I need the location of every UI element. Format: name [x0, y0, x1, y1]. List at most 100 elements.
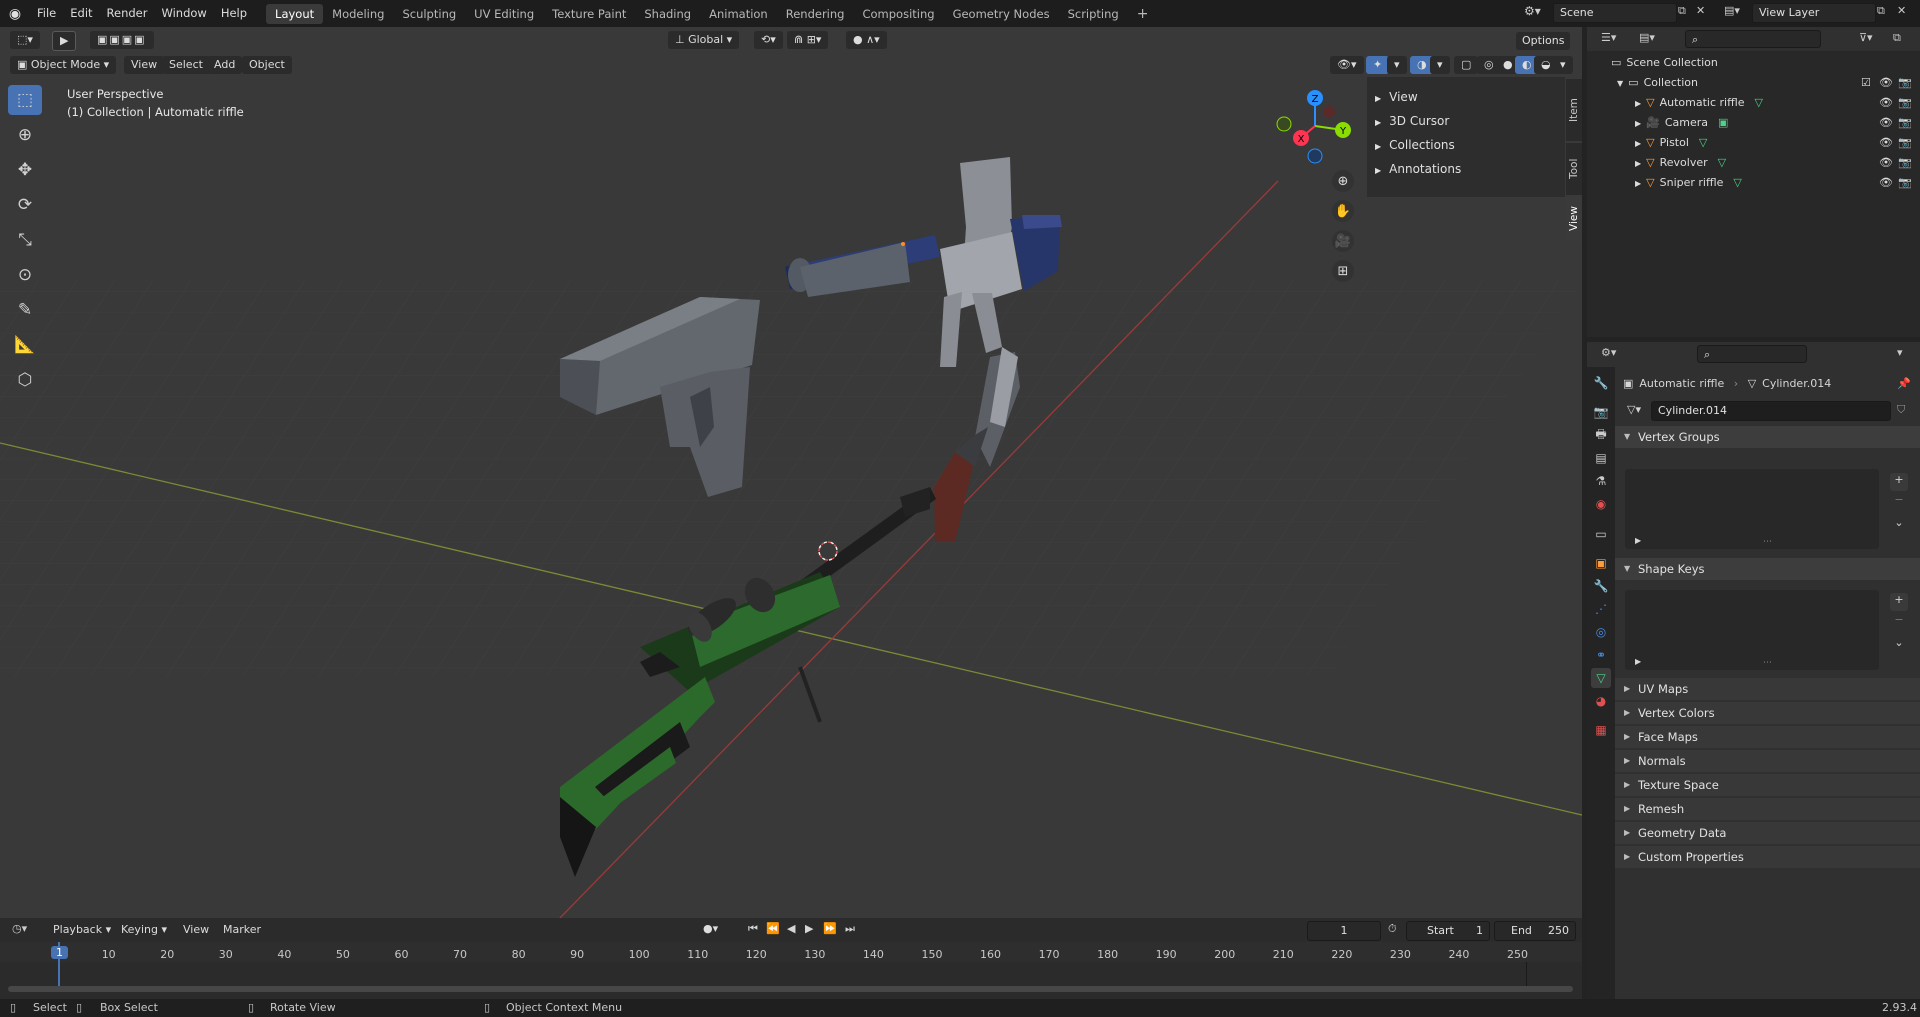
menu-render[interactable]: Render — [100, 0, 155, 27]
outliner-scene-collection[interactable]: ▭ Scene Collection — [1587, 53, 1920, 73]
world-props-icon[interactable]: ◉ — [1591, 494, 1611, 514]
timeline-menu-view[interactable]: View — [176, 921, 216, 939]
gizmo-toggle-icon[interactable]: ✦ — [1366, 56, 1390, 74]
snap-icon[interactable]: ⋒ ⊞▾ — [787, 31, 829, 49]
jump-start-icon[interactable]: ⏮ — [748, 922, 758, 936]
viewport-menu-add[interactable]: Add — [207, 56, 243, 74]
panel-normals[interactable]: ▶ Normals — [1615, 750, 1920, 772]
timeline-menu-marker[interactable]: Marker — [216, 921, 268, 939]
transform-orientation-dropdown[interactable]: ⊥ Global ▾ — [668, 31, 740, 49]
mode-dropdown[interactable]: ▣ Object Mode ▾ — [10, 56, 117, 74]
blender-logo-icon[interactable]: ◉ — [0, 6, 30, 22]
tab-shading[interactable]: Shading — [635, 4, 700, 24]
remove-shape-key-button[interactable]: − — [1890, 613, 1908, 631]
display-mode-icon[interactable]: ▤▾ — [1639, 31, 1655, 44]
rotate-tool-icon[interactable]: ⟳ — [8, 190, 42, 220]
shape-key-specials-icon[interactable]: ⌄ — [1890, 636, 1908, 654]
delete-view-layer-icon[interactable]: ✕ — [1897, 4, 1906, 17]
selection-set-icons[interactable]: ▣▣▣▣ — [90, 31, 154, 49]
particles-props-icon[interactable]: ⋰ — [1591, 599, 1611, 619]
n-panel-collections[interactable]: ▶ Collections — [1375, 138, 1455, 152]
tab-modeling[interactable]: Modeling — [323, 4, 393, 24]
vertex-groups-list[interactable]: ▶ ⋯ — [1625, 469, 1879, 549]
panel-vertex-groups[interactable]: ▼ Vertex Groups — [1615, 426, 1920, 448]
gizmo-dropdown-icon[interactable]: ▾ — [1387, 56, 1407, 74]
menu-edit[interactable]: Edit — [63, 0, 99, 27]
view-layer-field[interactable]: View Layer — [1752, 3, 1876, 23]
menu-window[interactable]: Window — [154, 0, 213, 27]
mesh-datablock-selector[interactable]: ▽▾ Cylinder.014 ⛉ — [1623, 401, 1913, 421]
outliner-item-sniper-riffle[interactable]: ▶ ▽ Sniper riffle ▽ 👁 📷 — [1587, 173, 1920, 193]
new-scene-icon[interactable]: ⧉ — [1678, 4, 1686, 18]
pin-icon[interactable]: 📌 — [1897, 376, 1911, 392]
n-panel-3d-cursor[interactable]: ▶ 3D Cursor — [1375, 114, 1449, 128]
properties-editor-type-icon[interactable]: ⚙▾ — [1601, 346, 1616, 359]
new-collection-icon[interactable]: ⧉ — [1893, 31, 1901, 45]
add-shape-key-button[interactable]: + — [1890, 593, 1908, 611]
scale-tool-icon[interactable]: ⤡ — [8, 225, 42, 255]
options-button[interactable]: Options — [1516, 32, 1571, 50]
menu-file[interactable]: File — [30, 0, 63, 27]
collection-props-icon[interactable]: ▭ — [1591, 524, 1611, 544]
material-props-icon[interactable]: ◕ — [1591, 691, 1611, 711]
shape-keys-list[interactable]: ▶ ⋯ — [1625, 590, 1879, 670]
list-resize-handle-icon[interactable]: ⋯ — [1763, 658, 1772, 668]
tab-geometry-nodes[interactable]: Geometry Nodes — [944, 4, 1059, 24]
render-camera-icon[interactable]: 📷 — [1898, 173, 1912, 193]
tab-view[interactable]: View — [1566, 197, 1582, 241]
view-layer-icon[interactable]: ▤▾ — [1724, 4, 1740, 17]
add-cube-tool-icon[interactable]: ⬡ — [8, 365, 42, 395]
camera-view-icon[interactable]: 🎥 — [1332, 230, 1354, 252]
render-camera-icon[interactable]: 📷 — [1898, 113, 1912, 133]
tab-scripting[interactable]: Scripting — [1059, 4, 1128, 24]
navigation-gizmo[interactable]: Z Y X — [1275, 84, 1355, 164]
timeline-editor-type-icon[interactable]: ◷▾ — [12, 922, 27, 935]
viewport-menu-object[interactable]: Object — [242, 56, 292, 74]
tab-compositing[interactable]: Compositing — [853, 4, 943, 24]
ortho-grid-icon[interactable]: ⊞ — [1332, 260, 1354, 282]
tab-animation[interactable]: Animation — [700, 4, 777, 24]
visibility-eye-icon[interactable]: 👁 — [1879, 113, 1893, 133]
pivot-point-icon[interactable]: ⟲▾ — [754, 31, 783, 49]
delete-scene-icon[interactable]: ✕ — [1696, 4, 1705, 17]
visibility-icon[interactable]: 👁▾ — [1330, 56, 1364, 74]
panel-face-maps[interactable]: ▶ Face Maps — [1615, 726, 1920, 748]
mesh-data-props-icon[interactable]: ▽ — [1591, 668, 1611, 688]
play-reverse-icon[interactable]: ◀ — [787, 922, 795, 935]
collection-checkbox[interactable]: ☑ — [1861, 73, 1871, 93]
3d-viewport[interactable]: ⬚▾ ▶ ▣▣▣▣ ⊥ Global ▾ ⟲▾ ⋒ ⊞▾ ● ∧▾ Option… — [0, 27, 1582, 918]
tab-rendering[interactable]: Rendering — [777, 4, 854, 24]
auto-keying-icon[interactable]: ●▾ — [703, 922, 718, 935]
select-mode-icon[interactable]: ▶ — [52, 31, 77, 51]
panel-custom-properties[interactable]: ▶ Custom Properties — [1615, 846, 1920, 868]
panel-shape-keys[interactable]: ▼ Shape Keys — [1615, 558, 1920, 580]
panel-geometry-data[interactable]: ▶ Geometry Data — [1615, 822, 1920, 844]
add-vertex-group-button[interactable]: + — [1890, 473, 1908, 491]
tab-sculpting[interactable]: Sculpting — [393, 4, 465, 24]
editor-type-icon[interactable]: ⬚▾ — [10, 31, 40, 49]
outliner-item-camera[interactable]: ▶ 🎥 Camera ▣ 👁 📷 — [1587, 113, 1920, 133]
viewport-menu-select[interactable]: Select — [162, 56, 210, 74]
physics-props-icon[interactable]: ◎ — [1591, 622, 1611, 642]
outliner-editor-type-icon[interactable]: ☰▾ — [1601, 31, 1616, 44]
outliner-item-pistol[interactable]: ▶ ▽ Pistol ▽ 👁 📷 — [1587, 133, 1920, 153]
object-props-icon[interactable]: ▣ — [1591, 553, 1611, 573]
panel-texture-space[interactable]: ▶ Texture Space — [1615, 774, 1920, 796]
pan-hand-icon[interactable]: ✋ — [1332, 200, 1354, 222]
measure-tool-icon[interactable]: 📐 — [8, 330, 42, 360]
scene-props-icon[interactable]: ⚗ — [1591, 471, 1611, 491]
overlay-dropdown-icon[interactable]: ▾ — [1430, 56, 1450, 74]
n-panel-view[interactable]: ▶ View — [1375, 90, 1418, 104]
list-expand-icon[interactable]: ▶ — [1635, 657, 1641, 666]
fake-user-shield-icon[interactable]: ⛉ — [1897, 403, 1905, 417]
timeline-menu-playback[interactable]: Playback ▾ — [46, 921, 118, 939]
zoom-icon[interactable]: ⊕ — [1332, 170, 1354, 192]
filter-icon[interactable]: ⊽▾ — [1859, 31, 1873, 44]
outliner-item-automatic-riffle[interactable]: ▶ ▽ Automatic riffle ▽ 👁 📷 — [1587, 93, 1920, 113]
remove-vertex-group-button[interactable]: − — [1890, 493, 1908, 511]
visibility-eye-icon[interactable]: 👁 — [1879, 133, 1893, 153]
panel-remesh[interactable]: ▶ Remesh — [1615, 798, 1920, 820]
scene-field[interactable]: Scene — [1553, 3, 1677, 23]
scene-browse-icon[interactable]: ⚙▾ — [1524, 4, 1541, 18]
transform-tool-icon[interactable]: ⊙ — [8, 260, 42, 290]
